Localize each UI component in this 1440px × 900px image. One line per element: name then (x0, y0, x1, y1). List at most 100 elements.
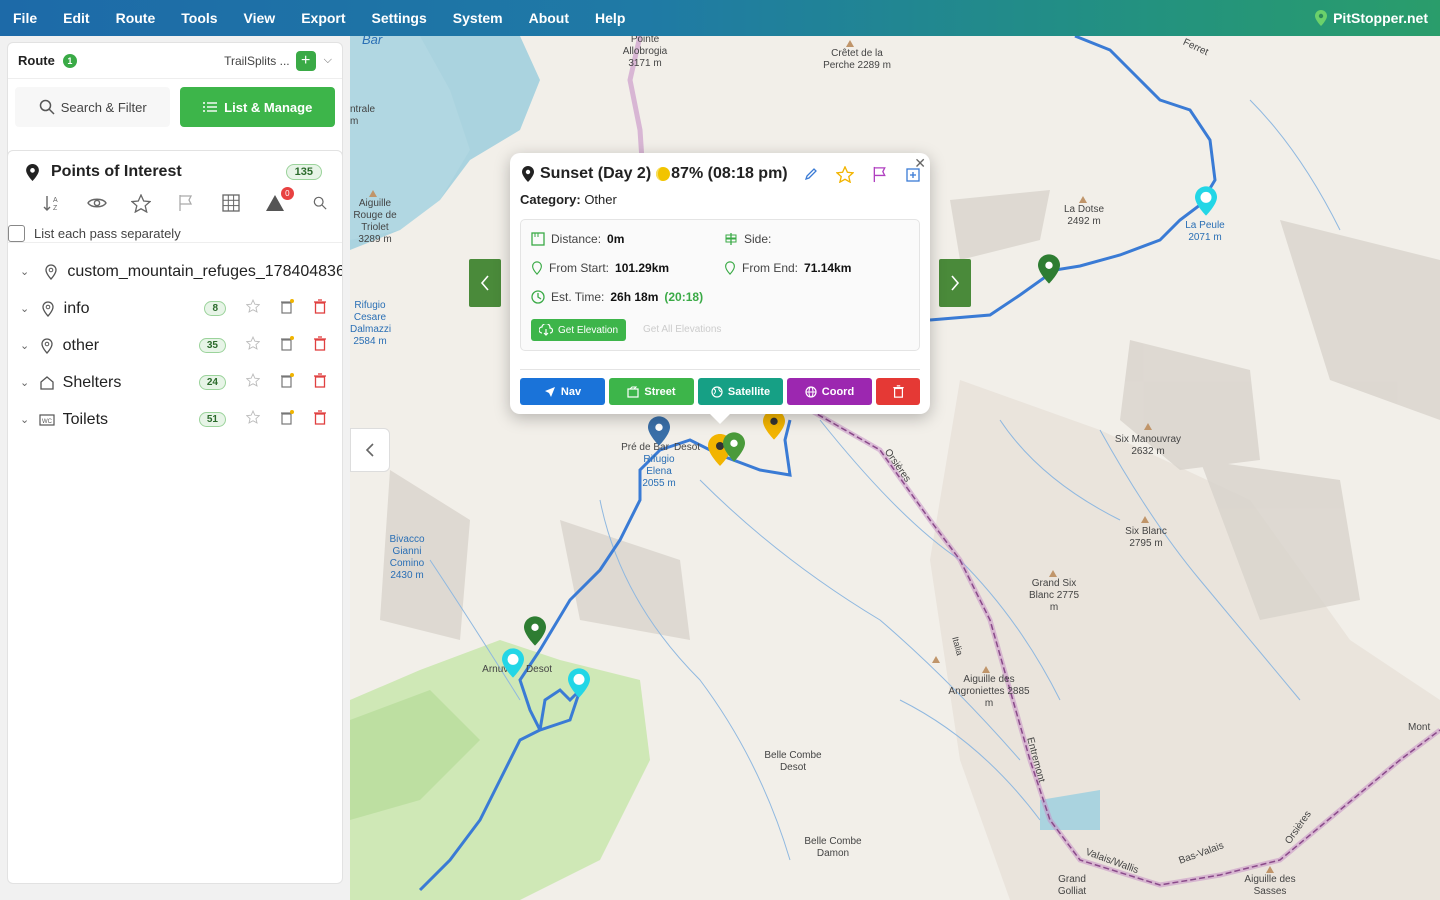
list-each-pass-checkbox[interactable] (8, 225, 25, 242)
map-label: Rifugio Cesare Dalmazzi 2584 m (350, 300, 392, 347)
collapse-sidebar-button[interactable] (350, 428, 390, 472)
menu-file[interactable]: File (0, 10, 50, 26)
delete-icon[interactable] (314, 298, 326, 319)
map-label: La Peule 2071 m (1185, 220, 1225, 243)
map-marker-shelter[interactable] (568, 668, 590, 703)
from-end-row: From End: 71.14km (724, 261, 851, 275)
delete-icon[interactable] (314, 335, 326, 356)
sort-az-icon[interactable]: AZ (30, 195, 75, 211)
grid-icon[interactable] (208, 194, 253, 212)
route-name[interactable]: TrailSplits ... (224, 54, 290, 68)
from-start-label: From Start: (549, 261, 610, 275)
warning-icon[interactable]: 0 (253, 187, 298, 212)
menu-export[interactable]: Export (288, 10, 358, 26)
map-label: La Dotse 2492 m (1063, 204, 1105, 227)
star-icon[interactable] (119, 193, 164, 213)
get-all-elevations-button[interactable]: Get All Elevations (643, 324, 721, 335)
menu-settings[interactable]: Settings (359, 10, 440, 26)
map-marker-blue[interactable] (648, 416, 670, 451)
layer-name: custom_mountain_refuges_178404836 (67, 262, 342, 280)
popup-details: Distance: 0m Side: From Start: 101.29km Fr… (520, 219, 920, 351)
flag-icon[interactable] (872, 166, 888, 183)
map-label: Aiguille des Sasses (1244, 874, 1296, 897)
menu-view[interactable]: View (231, 10, 289, 26)
poi-popup: ✕ Sunset (Day 2) 87% (08:18 pm) Category… (510, 153, 930, 424)
map-marker-green[interactable] (1038, 254, 1060, 289)
chevron-down-icon[interactable]: ⌄ (20, 339, 32, 352)
cloud-download-icon (539, 324, 553, 336)
delete-icon[interactable] (314, 372, 326, 393)
distance-row: Distance: 0m (531, 232, 624, 246)
menu-help[interactable]: Help (582, 10, 638, 26)
map-label: Rifugio Elena 2055 m (642, 454, 676, 489)
satellite-button[interactable]: Satellite (698, 378, 783, 405)
from-end-value: 71.14km (804, 261, 852, 275)
street-button[interactable]: Street (609, 378, 694, 405)
map-marker-green[interactable] (723, 432, 745, 467)
delete-poi-button[interactable] (876, 378, 920, 405)
popup-next-button[interactable] (939, 259, 971, 307)
map-marker-wc[interactable] (1195, 186, 1217, 221)
star-icon[interactable] (245, 335, 261, 355)
popup-title-row: Sunset (Day 2) 87% (08:18 pm) (510, 153, 930, 183)
layer-actions (245, 335, 326, 356)
delete-icon[interactable] (314, 409, 326, 430)
edit-icon[interactable] (804, 167, 818, 181)
menu-edit[interactable]: Edit (50, 10, 102, 26)
trash-star-icon[interactable] (280, 298, 294, 319)
popup-prev-button[interactable] (469, 259, 501, 307)
chevron-down-icon[interactable]: ⌄ (20, 376, 32, 389)
list-each-pass-row[interactable]: List each pass separately (8, 215, 342, 243)
star-icon[interactable] (835, 165, 854, 183)
chevron-down-icon[interactable]: ⌄ (20, 265, 34, 278)
tab-list-manage[interactable]: List & Manage (180, 87, 335, 127)
layer-name: other (62, 336, 100, 354)
layer-row-custom[interactable]: ⌄ custom_mountain_refuges_178404836 (8, 253, 342, 290)
menu-route[interactable]: Route (103, 10, 169, 26)
chevron-down-icon[interactable]: ⌄ (20, 302, 32, 315)
trash-star-icon[interactable] (280, 372, 294, 393)
trash-star-icon[interactable] (280, 335, 294, 356)
svg-text:A: A (53, 197, 58, 204)
est-value: 26h 18m (610, 290, 659, 304)
map-label: Six Manouvray 2632 m (1114, 434, 1182, 457)
star-icon[interactable] (245, 372, 261, 392)
layer-count-badge: 35 (198, 338, 226, 353)
layer-row-info[interactable]: ⌄ info 8 (8, 290, 342, 327)
map-label: Crêtet de la Perche 2289 m (823, 48, 891, 71)
map-marker-green[interactable] (524, 616, 546, 651)
trash-star-icon[interactable] (280, 409, 294, 430)
street-label: Street (644, 385, 676, 398)
menu-system[interactable]: System (440, 10, 516, 26)
chevron-down-icon[interactable]: ⌵ (324, 54, 332, 67)
tab-search-filter[interactable]: Search & Filter (15, 87, 171, 127)
nav-button[interactable]: Nav (520, 378, 605, 405)
get-elevation-label: Get Elevation (558, 324, 619, 336)
coord-button[interactable]: Coord (787, 378, 872, 405)
eye-icon[interactable] (75, 196, 120, 210)
star-icon[interactable] (245, 298, 261, 318)
map-marker-wc[interactable] (502, 648, 524, 683)
poi-toolbar: AZ 0 (8, 181, 342, 215)
chevron-left-icon (480, 275, 489, 291)
brand[interactable]: PitStopper.net (1315, 0, 1428, 36)
layer-row-shelters[interactable]: ⌄ Shelters 24 (8, 364, 342, 401)
close-icon[interactable]: ✕ (914, 155, 926, 172)
from-end-label: From End: (742, 261, 799, 275)
chevron-down-icon[interactable]: ⌄ (20, 413, 32, 426)
menu-about[interactable]: About (516, 10, 582, 26)
flag-icon[interactable] (164, 194, 209, 212)
chevron-left-icon (365, 443, 374, 457)
star-icon[interactable] (245, 409, 261, 429)
add-route-button[interactable]: + (295, 50, 316, 71)
layer-row-toilets[interactable]: ⌄ WC Toilets 51 (8, 401, 342, 438)
menu-tools[interactable]: Tools (168, 10, 230, 26)
wc-icon: WC (38, 413, 57, 426)
get-elevation-button[interactable]: Get Elevation (531, 319, 627, 341)
layer-row-other[interactable]: ⌄ other 35 (8, 327, 342, 364)
search-icon[interactable] (297, 196, 342, 210)
map-marker-yellow[interactable] (763, 410, 785, 445)
layer-count-badge: 8 (204, 301, 226, 316)
route-header: Route 1 TrailSplits ... + ⌵ (8, 43, 342, 79)
layer-actions (245, 409, 326, 430)
